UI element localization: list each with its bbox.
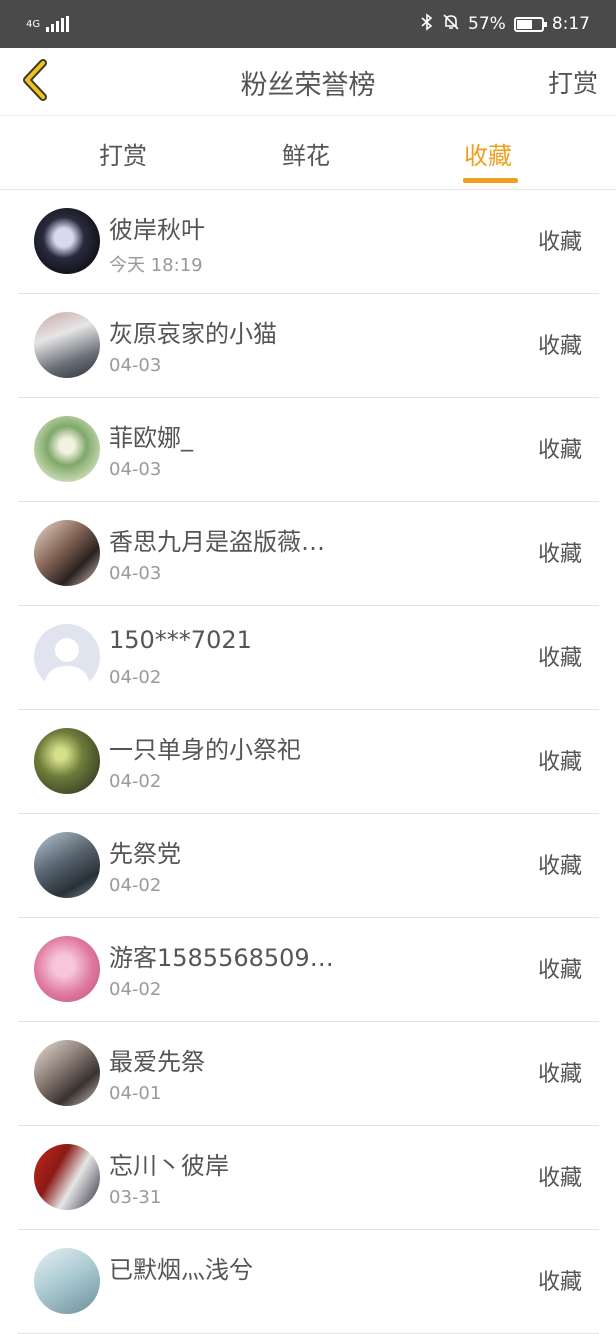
fan-date: 04-02 <box>109 979 162 1000</box>
fan-name: 一只单身的小祭祀 <box>109 736 301 764</box>
status-left: 4G <box>26 16 70 32</box>
fan-name: 最爱先祭 <box>109 1048 205 1076</box>
fan-name: 彼岸秋叶 <box>109 216 205 244</box>
fan-action: 收藏 <box>537 1062 582 1087</box>
list-item[interactable]: 150***7021 04-02 收藏 <box>18 606 599 710</box>
list-item[interactable]: 灰原哀家的小猫 04-03 收藏 <box>18 294 599 398</box>
fan-date: 04-02 <box>109 875 162 896</box>
avatar <box>34 936 100 1002</box>
network-type: 4G <box>26 18 41 30</box>
avatar <box>34 624 100 690</box>
fan-date: 04-01 <box>109 1083 162 1104</box>
fan-name: 先祭党 <box>109 840 181 868</box>
avatar <box>34 1040 100 1106</box>
notifications-off-icon <box>442 13 460 36</box>
fan-name: 游客1585568509… <box>109 944 334 972</box>
fan-date: 03-31 <box>109 1187 162 1208</box>
avatar <box>34 728 100 794</box>
list-item[interactable]: 菲欧娜_ 04-03 收藏 <box>18 398 599 502</box>
clock: 8:17 <box>551 14 590 34</box>
list-item[interactable]: 先祭党 04-02 收藏 <box>18 814 599 918</box>
list-item[interactable]: 已默烟灬浅兮 收藏 <box>18 1230 599 1334</box>
tab-reward[interactable]: 打赏 <box>99 116 147 190</box>
status-bar: 4G 57% 8:17 <box>0 0 616 48</box>
fan-name: 香思九月是盗版薇… <box>109 528 325 556</box>
list-item[interactable]: 香思九月是盗版薇… 04-03 收藏 <box>18 502 599 606</box>
list-item[interactable]: 一只单身的小祭祀 04-02 收藏 <box>18 710 599 814</box>
tab-flowers[interactable]: 鲜花 <box>282 116 330 190</box>
fan-date: 04-02 <box>109 771 162 792</box>
fan-action: 收藏 <box>537 438 582 463</box>
status-right: 57% 8:17 <box>420 12 590 36</box>
bluetooth-icon <box>420 12 434 36</box>
fan-date: 04-03 <box>109 563 162 584</box>
list-item[interactable]: 游客1585568509… 04-02 收藏 <box>18 918 599 1022</box>
avatar <box>34 416 100 482</box>
fan-action: 收藏 <box>537 1270 582 1295</box>
chevron-left-icon <box>19 59 49 105</box>
back-button[interactable] <box>14 56 54 108</box>
tab-bar: 打赏 鲜花 收藏 <box>0 116 616 190</box>
list-item[interactable]: 最爱先祭 04-01 收藏 <box>18 1022 599 1126</box>
fan-name: 灰原哀家的小猫 <box>109 320 277 348</box>
avatar <box>34 832 100 898</box>
fan-action: 收藏 <box>537 542 582 567</box>
fan-name: 菲欧娜_ <box>109 424 193 452</box>
fan-action: 收藏 <box>537 750 582 775</box>
avatar <box>34 1248 100 1314</box>
fan-action: 收藏 <box>537 646 582 671</box>
fan-name: 150***7021 <box>109 626 252 654</box>
fan-action: 收藏 <box>537 334 582 359</box>
fan-action: 收藏 <box>537 1166 582 1191</box>
fan-action: 收藏 <box>537 958 582 983</box>
signal-icon <box>46 16 70 32</box>
avatar <box>34 520 100 586</box>
fan-date: 04-03 <box>109 355 162 376</box>
avatar <box>34 312 100 378</box>
list-item[interactable]: 忘川丶彼岸 03-31 收藏 <box>18 1126 599 1230</box>
fan-name: 忘川丶彼岸 <box>109 1152 229 1180</box>
page-title: 粉丝荣誉榜 <box>240 69 376 101</box>
nav-bar: 粉丝荣誉榜 打赏 <box>0 48 616 116</box>
avatar <box>34 208 100 274</box>
fan-date: 04-02 <box>109 667 162 688</box>
reward-button[interactable]: 打赏 <box>548 48 598 116</box>
fan-action: 收藏 <box>537 230 582 255</box>
fan-action: 收藏 <box>537 854 582 879</box>
fan-date: 04-03 <box>109 459 162 480</box>
list-item[interactable]: 彼岸秋叶 今天 18:19 收藏 <box>18 190 599 294</box>
avatar <box>34 1144 100 1210</box>
battery-icon <box>513 16 547 32</box>
fan-date: 今天 18:19 <box>109 255 203 276</box>
active-tab-indicator <box>463 178 518 183</box>
battery-percent: 57% <box>468 14 506 34</box>
